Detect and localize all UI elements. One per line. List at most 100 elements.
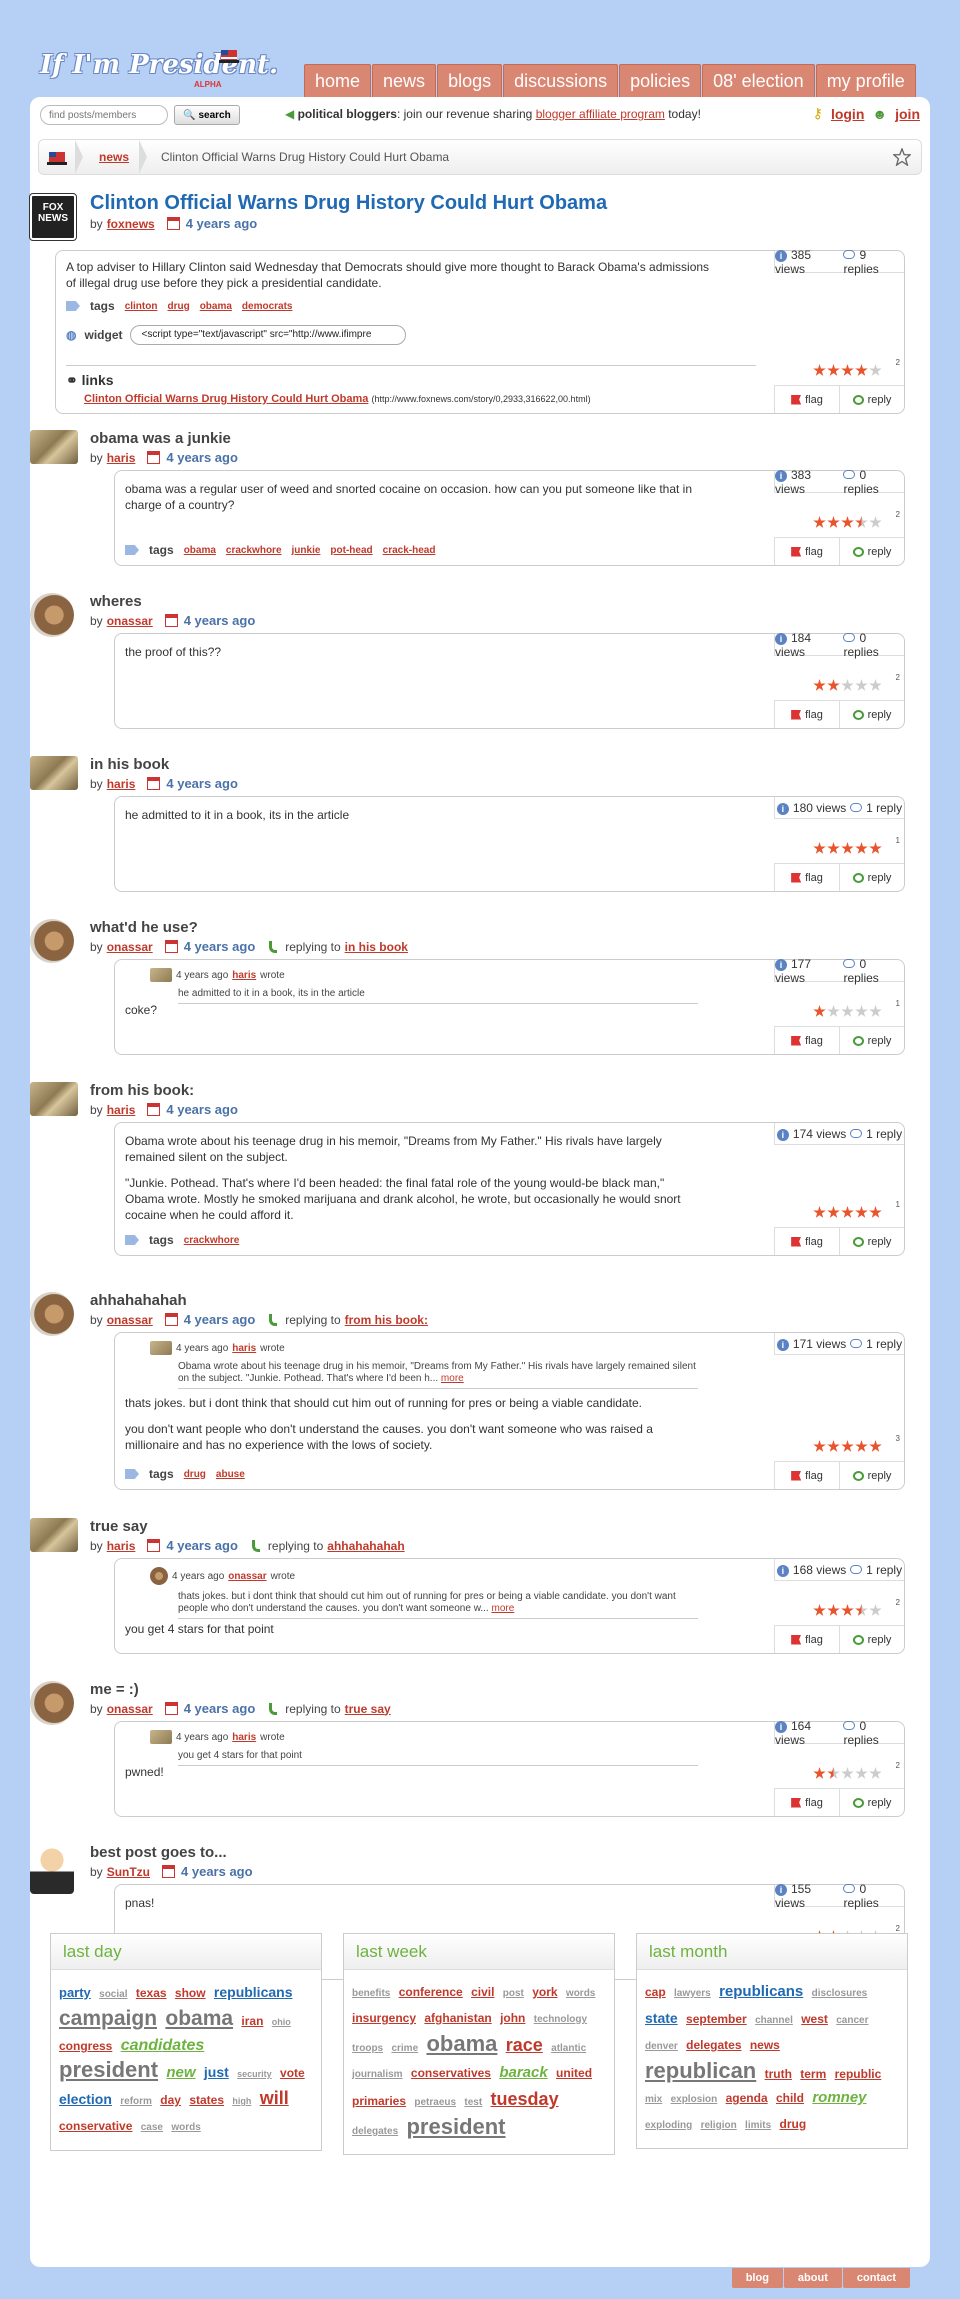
cloud-word[interactable]: west xyxy=(801,2012,828,2026)
star-icon[interactable] xyxy=(827,842,840,854)
reply-button[interactable]: reply xyxy=(840,1228,904,1255)
cloud-word[interactable]: delegates xyxy=(352,2126,398,2137)
star-icon[interactable] xyxy=(869,1206,882,1218)
reply-button[interactable]: reply xyxy=(840,386,904,413)
replies[interactable]: 0 replies xyxy=(843,1882,904,1910)
cloud-word[interactable]: iran xyxy=(241,2014,263,2028)
cloud-word[interactable]: crime xyxy=(391,2043,418,2054)
tag-link[interactable]: obama xyxy=(200,301,232,312)
cloud-word[interactable]: race xyxy=(506,2035,543,2055)
reply-button[interactable]: reply xyxy=(840,1789,904,1816)
search-button[interactable]: 🔍 search xyxy=(174,105,240,125)
cloud-word[interactable]: york xyxy=(532,1985,557,1999)
tag-link[interactable]: clinton xyxy=(125,301,158,312)
footer-link[interactable]: about xyxy=(783,2268,842,2288)
rating-stars[interactable] xyxy=(812,516,882,529)
cloud-word[interactable]: child xyxy=(776,2091,804,2105)
cloud-word[interactable]: election xyxy=(59,2091,112,2107)
cloud-word[interactable]: drug xyxy=(780,2117,807,2131)
flag-button[interactable]: flag xyxy=(775,864,840,891)
crumb-news[interactable]: news xyxy=(99,150,129,164)
cloud-word[interactable]: denver xyxy=(645,2041,678,2052)
cloud-word[interactable]: conservative xyxy=(59,2119,132,2133)
tag-link[interactable]: crackwhore xyxy=(184,1235,240,1246)
cloud-word[interactable]: high xyxy=(232,2096,251,2106)
star-icon[interactable] xyxy=(827,1206,840,1218)
cloud-word[interactable]: reform xyxy=(120,2096,152,2107)
star-icon[interactable] xyxy=(813,364,826,376)
nav-tab[interactable]: discussions xyxy=(503,64,619,97)
star-icon[interactable] xyxy=(827,1604,840,1616)
cloud-word[interactable]: civil xyxy=(471,1985,494,1999)
star-icon[interactable] xyxy=(855,1767,868,1779)
star-icon[interactable] xyxy=(813,1767,826,1779)
tag-link[interactable]: obama xyxy=(184,545,216,556)
cloud-word[interactable]: ohio xyxy=(272,2017,291,2027)
login-link[interactable]: login xyxy=(831,106,864,122)
cloud-word[interactable]: party xyxy=(59,1985,91,2000)
star-icon[interactable] xyxy=(841,364,854,376)
cloud-word[interactable]: case xyxy=(141,2122,163,2133)
cloud-word[interactable]: president xyxy=(59,2057,158,2082)
user-avatar[interactable] xyxy=(30,1082,78,1116)
footer-link[interactable]: blog xyxy=(731,2268,783,2288)
cloud-word[interactable]: security xyxy=(237,2069,272,2079)
cloud-word[interactable]: news xyxy=(750,2038,780,2052)
cloud-word[interactable]: united xyxy=(556,2066,592,2080)
reply-button[interactable]: reply xyxy=(840,701,904,728)
more-link[interactable]: more xyxy=(441,1373,464,1384)
star-icon[interactable] xyxy=(813,1440,826,1452)
tag-link[interactable]: crack-head xyxy=(383,545,436,556)
reply-button[interactable]: reply xyxy=(840,1462,904,1489)
replies[interactable]: 1 reply xyxy=(850,1563,902,1577)
star-icon[interactable] xyxy=(855,1440,868,1452)
cloud-word[interactable]: john xyxy=(500,2011,525,2025)
star-icon[interactable] xyxy=(841,1005,854,1017)
flag-button[interactable]: flag xyxy=(775,1789,840,1816)
rating-stars[interactable] xyxy=(812,1767,882,1780)
parent-post-link[interactable]: ahhahahahah xyxy=(327,1539,404,1553)
star-icon[interactable] xyxy=(827,516,840,528)
reply-button[interactable]: reply xyxy=(840,1626,904,1653)
star-icon[interactable] xyxy=(827,1440,840,1452)
star-icon[interactable] xyxy=(841,1206,854,1218)
rating-stars[interactable] xyxy=(812,364,882,377)
cloud-word[interactable]: obama xyxy=(165,2007,233,2030)
star-icon[interactable] xyxy=(855,842,868,854)
replies[interactable]: 1 reply xyxy=(850,801,902,815)
star-icon[interactable] xyxy=(869,1767,882,1779)
quote-author-link[interactable]: haris xyxy=(232,970,256,981)
cloud-word[interactable]: cap xyxy=(645,1985,666,1999)
cloud-word[interactable]: republicans xyxy=(719,1983,803,2000)
star-icon[interactable] xyxy=(855,1604,868,1616)
star-icon[interactable] xyxy=(869,1440,882,1452)
star-icon[interactable] xyxy=(869,1604,882,1616)
rating-stars[interactable] xyxy=(812,1604,882,1617)
cloud-word[interactable]: president xyxy=(406,2114,505,2139)
cloud-word[interactable]: atlantic xyxy=(551,2043,586,2054)
parent-post-link[interactable]: in his book xyxy=(345,940,408,954)
star-icon[interactable] xyxy=(855,364,868,376)
parent-post-link[interactable]: from his book: xyxy=(345,1313,428,1327)
flag-button[interactable]: flag xyxy=(775,1027,840,1054)
cloud-word[interactable]: test xyxy=(464,2097,482,2108)
user-avatar[interactable] xyxy=(30,593,74,637)
nav-tab[interactable]: policies xyxy=(619,64,702,97)
star-icon[interactable] xyxy=(869,1005,882,1017)
cloud-word[interactable]: benefits xyxy=(352,1988,390,1999)
star-icon[interactable] xyxy=(813,1604,826,1616)
quote-author-link[interactable]: haris xyxy=(232,1732,256,1743)
flag-button[interactable]: flag xyxy=(775,1626,840,1653)
cloud-word[interactable]: texas xyxy=(136,1986,167,2000)
cloud-word[interactable]: just xyxy=(204,2064,229,2080)
replies[interactable]: 9 replies xyxy=(843,248,904,276)
star-icon[interactable] xyxy=(841,1767,854,1779)
replies[interactable]: 1 reply xyxy=(850,1337,902,1351)
cloud-word[interactable]: campaign xyxy=(59,2007,157,2030)
star-icon[interactable] xyxy=(841,842,854,854)
author-link[interactable]: foxnews xyxy=(107,217,155,231)
star-icon[interactable] xyxy=(813,516,826,528)
quote-author-link[interactable]: onassar xyxy=(228,1571,266,1582)
star-icon[interactable] xyxy=(813,1005,826,1017)
foxnews-avatar[interactable]: FOX NEWS xyxy=(29,193,77,241)
